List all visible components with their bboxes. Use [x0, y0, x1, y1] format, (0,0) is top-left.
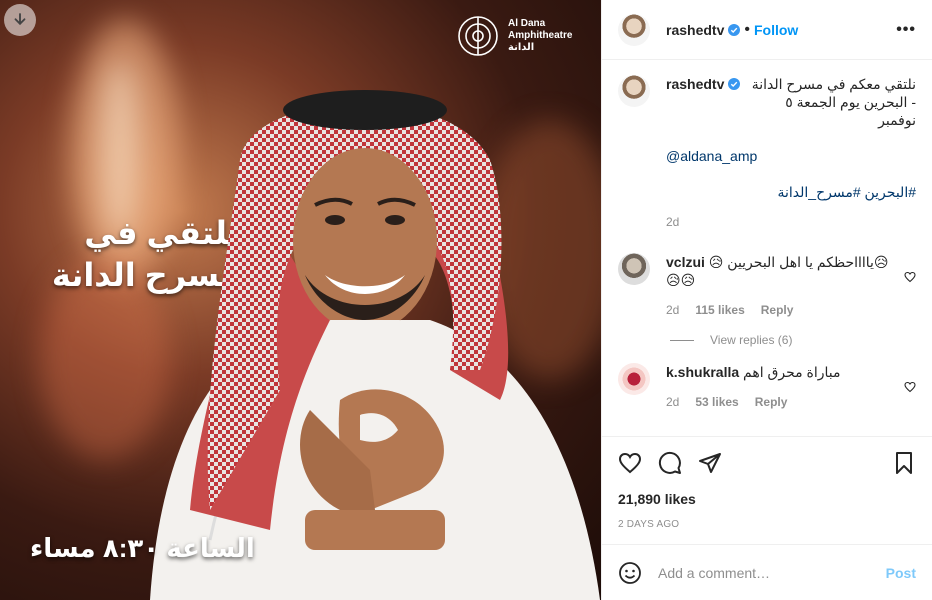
caption-time[interactable]: 2d: [666, 213, 679, 231]
brand-name-en-2: Amphitheatre: [508, 30, 573, 41]
separator-dot: •: [744, 20, 750, 38]
commenter-avatar[interactable]: [618, 363, 650, 395]
post-side-panel: rashedtv • Follow ••• rashedtv نلتقي معك…: [601, 0, 932, 600]
author-username[interactable]: rashedtv: [666, 22, 724, 38]
reply-button[interactable]: Reply: [761, 301, 794, 319]
add-comment-bar: Post: [602, 544, 932, 600]
caption-username[interactable]: rashedtv: [666, 75, 724, 93]
like-heart-icon[interactable]: [618, 451, 642, 475]
author-avatar[interactable]: [618, 13, 650, 46]
comment-time[interactable]: 2d: [666, 393, 679, 411]
comment-time[interactable]: 2d: [666, 301, 679, 319]
post-comment-button[interactable]: Post: [886, 565, 916, 581]
divider: [670, 339, 694, 341]
singer-photo: [150, 90, 600, 600]
instagram-post: Al Dana Amphitheatre الدانة نلتقي في مسر…: [0, 0, 932, 600]
al-dana-logo: Al Dana Amphitheatre الدانة: [456, 14, 572, 58]
al-dana-logo-icon: [458, 16, 498, 56]
post-timestamp[interactable]: 2 DAYS AGO: [618, 519, 916, 530]
like-comment-icon[interactable]: [904, 381, 916, 393]
comment-username[interactable]: vclzui: [666, 254, 705, 270]
share-paper-plane-icon[interactable]: [698, 451, 722, 475]
post-image[interactable]: Al Dana Amphitheatre الدانة نلتقي في مسر…: [0, 0, 601, 600]
caption-meta: 2d: [666, 213, 916, 231]
caption-mention[interactable]: @aldana_amp: [666, 147, 916, 165]
post-header: rashedtv • Follow •••: [602, 0, 932, 60]
event-time-text: الساعة ٨:٣٠ مساء: [30, 533, 255, 563]
comment-likes[interactable]: 115 likes: [695, 301, 744, 319]
brand-name-en: Al Dana: [508, 18, 546, 29]
more-options-icon[interactable]: •••: [896, 21, 916, 39]
add-comment-input[interactable]: [658, 564, 886, 581]
likes-count[interactable]: 21,890 likes: [618, 491, 916, 507]
caption-hashtags[interactable]: #البحرين #مسرح_الدانة: [666, 183, 917, 201]
brand-name-ar: الدانة: [508, 42, 535, 53]
view-replies-label: View replies (6): [710, 333, 793, 347]
reply-button[interactable]: Reply: [755, 393, 788, 411]
view-replies-button[interactable]: View replies (6): [670, 333, 932, 347]
comment-bubble-icon[interactable]: [658, 451, 682, 475]
caption: rashedtv نلتقي معكم في مسرح الدانة - الب…: [602, 61, 932, 231]
emoji-icon[interactable]: [618, 561, 642, 585]
follow-button[interactable]: Follow: [754, 22, 798, 38]
like-comment-icon[interactable]: [904, 271, 916, 283]
post-actions: 21,890 likes 2 DAYS AGO: [602, 436, 932, 530]
save-bookmark-icon[interactable]: [892, 451, 916, 475]
author-avatar[interactable]: [618, 75, 650, 107]
commenter-avatar[interactable]: [618, 253, 650, 285]
comment-item: vclzui 😥يااااحظكم يا اهل البحريين 😥😥😥 2d…: [602, 231, 932, 319]
comment-likes[interactable]: 53 likes: [695, 393, 738, 411]
download-icon[interactable]: [4, 4, 36, 36]
comment-item: k.shukralla مباراة محرق اهم 2d 53 likes …: [602, 347, 932, 411]
verified-badge-icon: [728, 23, 741, 36]
caption-text: نلتقي معكم في مسرح الدانة - البحرين يوم …: [751, 76, 916, 128]
comment-text: مباراة محرق اهم: [743, 364, 841, 380]
comments-list[interactable]: rashedtv نلتقي معكم في مسرح الدانة - الب…: [602, 61, 932, 435]
verified-badge-icon: [728, 78, 741, 90]
comment-username[interactable]: k.shukralla: [666, 364, 739, 380]
